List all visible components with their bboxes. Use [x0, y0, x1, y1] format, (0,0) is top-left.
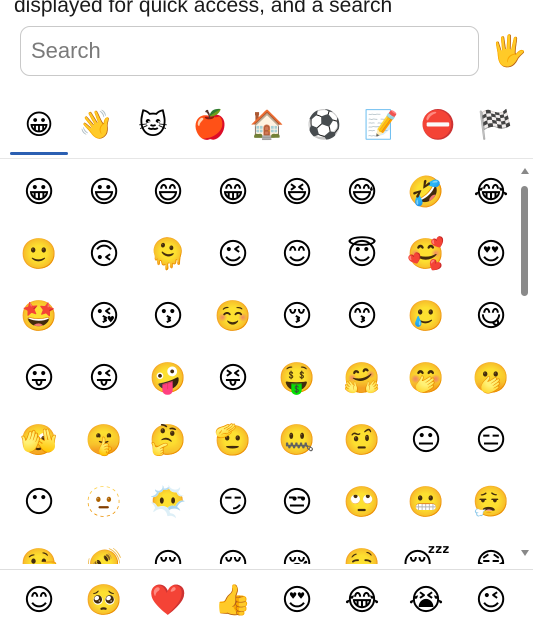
tabs-divider [0, 158, 533, 159]
emoji-cell[interactable]: 😛 [12, 352, 66, 406]
scroll-down-arrow-icon[interactable] [521, 550, 529, 556]
recent-divider [0, 569, 533, 570]
scroll-thumb[interactable] [521, 186, 528, 296]
emoji-cell[interactable]: 😑 [464, 414, 518, 468]
emoji-cell[interactable]: 😷 [464, 538, 518, 564]
tab-people[interactable]: 👋 [67, 100, 125, 150]
emoji-cell[interactable]: 😅 [335, 166, 389, 220]
emoji-cell[interactable]: 🫠 [141, 228, 195, 282]
tab-animals[interactable]: 🐱 [124, 100, 182, 150]
emoji-cell[interactable]: 😙 [335, 290, 389, 344]
emoji-cell[interactable]: 😐 [399, 414, 453, 468]
emoji-cell[interactable]: 😏 [206, 476, 260, 530]
tab-symbols[interactable]: ⛔ [409, 100, 467, 150]
emoji-cell[interactable]: 😶‍🌫️ [141, 476, 195, 530]
emoji-cell[interactable]: 🤣 [399, 166, 453, 220]
recent-emoji[interactable]: 😍 [270, 574, 324, 628]
emoji-cell[interactable]: 😝 [206, 352, 260, 406]
emoji-cell[interactable]: 😚 [270, 290, 324, 344]
emoji-cell[interactable]: 🤩 [12, 290, 66, 344]
recent-emoji[interactable]: ❤️ [141, 574, 195, 628]
emoji-cell[interactable]: 😗 [141, 290, 195, 344]
recent-emoji[interactable]: 😉 [464, 574, 518, 628]
emoji-cell[interactable]: 🤪 [141, 352, 195, 406]
emoji-cell[interactable]: 😊 [270, 228, 324, 282]
emoji-cell[interactable]: 😁 [206, 166, 260, 220]
recent-emoji-row: 😊 🥺 ❤️ 👍 😍 😂 😭 😉 [12, 574, 522, 626]
emoji-cell[interactable]: 🙃 [77, 228, 131, 282]
search-input[interactable] [21, 27, 478, 75]
emoji-cell[interactable]: 😃 [77, 166, 131, 220]
emoji-cell[interactable]: 🫨 [77, 538, 131, 564]
emoji-picker-panel: 🖐 😀 👋 🐱 🍎 🏠 ⚽ 📝 ⛔ 🏁 😀😃😄😁😆😅🤣😂🙂🙃🫠😉😊😇🥰😍🤩😘😗☺… [0, 18, 533, 627]
emoji-cell[interactable]: 🫡 [206, 414, 260, 468]
scroll-up-arrow-icon[interactable] [521, 168, 529, 174]
tab-activities[interactable]: ⚽ [295, 100, 353, 150]
emoji-cell[interactable]: 🥲 [399, 290, 453, 344]
recent-emoji[interactable]: 🥺 [77, 574, 131, 628]
emoji-cell[interactable]: 🫣 [12, 414, 66, 468]
emoji-cell[interactable]: 😂 [464, 166, 518, 220]
emoji-cell[interactable]: 🤨 [335, 414, 389, 468]
emoji-cell[interactable]: 😉 [206, 228, 260, 282]
emoji-cell[interactable]: 😋 [464, 290, 518, 344]
emoji-cell[interactable]: 🫢 [464, 352, 518, 406]
emoji-cell[interactable]: 😴 [399, 538, 453, 564]
emoji-cell[interactable]: 😬 [399, 476, 453, 530]
recent-emoji[interactable]: 👍 [206, 574, 260, 628]
emoji-cell[interactable]: 🤑 [270, 352, 324, 406]
tab-flags[interactable]: 🏁 [466, 100, 524, 150]
caption-text: displayed for quick access, and a search [14, 0, 393, 17]
emoji-cell[interactable]: 😶 [12, 476, 66, 530]
recent-emoji[interactable]: 😭 [399, 574, 453, 628]
emoji-cell[interactable]: 🙄 [335, 476, 389, 530]
emoji-cell[interactable]: 🤫 [77, 414, 131, 468]
emoji-cell[interactable]: 🫥 [77, 476, 131, 530]
emoji-cell[interactable]: 😇 [335, 228, 389, 282]
emoji-cell[interactable]: 😀 [12, 166, 66, 220]
emoji-cell[interactable]: 😘 [77, 290, 131, 344]
scrollbar[interactable] [519, 164, 531, 564]
tab-objects[interactable]: 📝 [352, 100, 410, 150]
emoji-grid: 😀 😃 😄 😁 😆 😅 🤣 😂 🙂 🙃 🫠 😉 😊 😇 🥰 😍 🤩 😘 😗 ☺️ 😚 😙 🥲 😋 😛 😜 🤪 😝 🤑 🤗 🤭 🫢 🫣 🤫 🤔 🫡 🤐 🤨 😐… [12, 164, 522, 564]
recent-emoji[interactable]: 😊 [12, 574, 66, 628]
emoji-cell[interactable]: 😜 [77, 352, 131, 406]
emoji-cell[interactable]: 🥰 [399, 228, 453, 282]
emoji-cell[interactable]: 😆 [270, 166, 324, 220]
emoji-cell[interactable]: 🤗 [335, 352, 389, 406]
emoji-cell[interactable]: 😄 [141, 166, 195, 220]
emoji-cell[interactable]: 🤤 [335, 538, 389, 564]
category-tabs: 😀 👋 🐱 🍎 🏠 ⚽ 📝 ⛔ 🏁 [6, 100, 533, 158]
emoji-cell[interactable]: 😌 [141, 538, 195, 564]
emoji-cell[interactable]: 😍 [464, 228, 518, 282]
emoji-cell[interactable]: 🤐 [270, 414, 324, 468]
search-box[interactable] [20, 26, 479, 76]
emoji-cell[interactable]: 😪 [270, 538, 324, 564]
emoji-cell[interactable]: 🙂 [12, 228, 66, 282]
tab-food[interactable]: 🍎 [181, 100, 239, 150]
emoji-cell[interactable]: 😮‍💨 [464, 476, 518, 530]
skin-tone-button[interactable]: 🖐 [490, 30, 528, 74]
tab-smileys[interactable]: 😀 [10, 100, 68, 150]
emoji-cell[interactable]: ☺️ [206, 290, 260, 344]
recent-emoji[interactable]: 😂 [335, 574, 389, 628]
tab-travel[interactable]: 🏠 [238, 100, 296, 150]
emoji-cell[interactable]: 😔 [206, 538, 260, 564]
emoji-cell[interactable]: 🤭 [399, 352, 453, 406]
emoji-cell[interactable]: 🤔 [141, 414, 195, 468]
selected-tab-indicator [10, 152, 68, 155]
emoji-cell[interactable]: 😒 [270, 476, 324, 530]
emoji-cell[interactable]: 🤥 [12, 538, 66, 564]
